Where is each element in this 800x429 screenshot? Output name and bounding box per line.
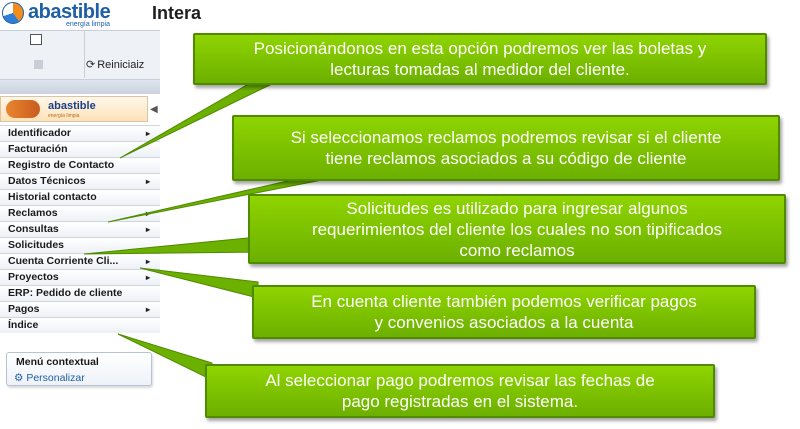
callout-line: tiene reclamos asociados a su código de … [325,149,687,168]
callout-line: lecturas tomadas al medidor del cliente. [330,60,630,79]
callout-line: En cuenta cliente también podemos verifi… [311,292,697,311]
callout-line: como reclamos [459,240,575,260]
callout-pagos: Al seleccionar pago podremos revisar las… [205,364,715,418]
callout-cuenta-corriente: En cuenta cliente también podemos verifi… [252,285,756,339]
callout-facturacion: Posicionándonos en esta opción podremos … [193,33,767,85]
callout-text: En cuenta cliente también podemos verifi… [311,291,697,333]
callout-reclamos: Si seleccionamos reclamos podremos revis… [232,115,780,181]
leader-pagos [117,333,213,381]
callout-text: Posicionándonos en esta opción podremos … [254,38,707,80]
callout-text: Al seleccionar pago podremos revisar las… [265,370,654,412]
callout-text: Si seleccionamos reclamos podremos revis… [291,127,722,169]
leader-solicitudes [83,235,269,255]
callout-line: Solicitudes es utilizado para ingresar a… [346,198,688,218]
callout-line: Al seleccionar pago podremos revisar las… [265,371,655,390]
callout-line: pago registradas en el sistema. [341,392,579,411]
callout-solicitudes: Solicitudes es utilizado para ingresar a… [248,194,786,264]
callout-line: requerimientos del cliente los cuales no… [311,219,723,239]
callout-line: Posicionándonos en esta opción podremos … [253,39,707,58]
callout-line: Si seleccionamos reclamos podremos revis… [290,128,722,147]
callout-text: Solicitudes es utilizado para ingresar a… [312,198,722,261]
callout-line: y convenios asociados a la cuenta [374,313,634,332]
leader-cuenta [139,267,259,299]
